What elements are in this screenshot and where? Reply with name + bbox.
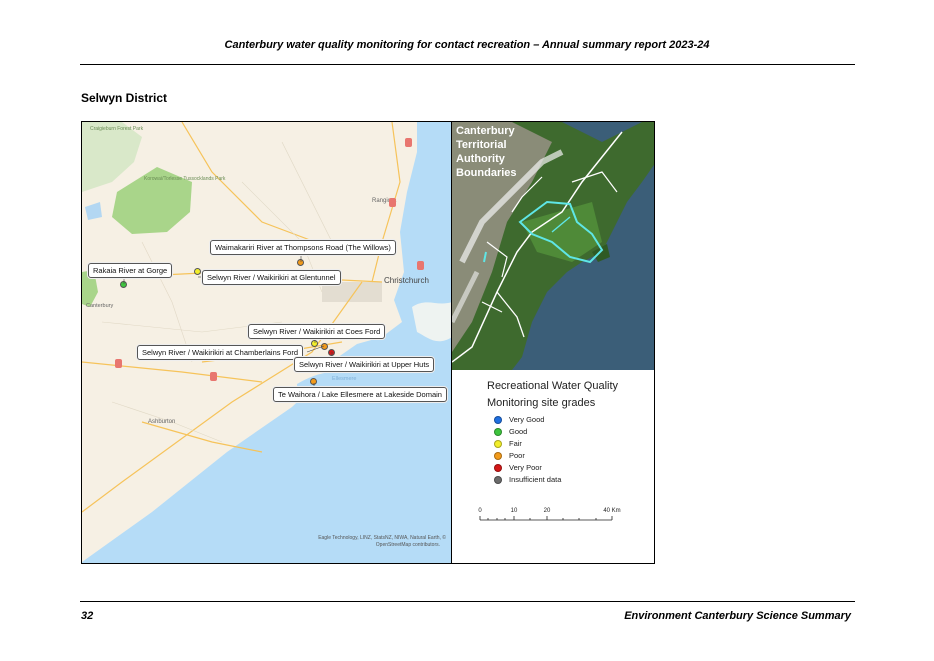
site-marker-poor[interactable] <box>321 343 328 350</box>
map-figure: Craigieburn Forest Park Korowai/Torlesse… <box>81 121 655 564</box>
legend-label: Very Good <box>509 415 545 424</box>
insufficient-data-dot-icon <box>494 475 502 484</box>
site-marker-very-poor[interactable] <box>328 349 335 356</box>
scale-tick-label: 0 <box>478 508 482 514</box>
site-marker-poor[interactable] <box>310 378 317 385</box>
poor-dot-icon <box>494 451 502 460</box>
scale-tick-label: 20 <box>544 508 551 514</box>
legend-title: Recreational Water Quality Monitoring si… <box>487 378 618 412</box>
legend-panel: Recreational Water Quality Monitoring si… <box>452 370 654 563</box>
christchurch-label: Christchurch <box>384 276 429 285</box>
conservation-park-label: Korowai/Torlesse Tussocklands Park <box>144 176 226 182</box>
legend-item: Insufficient data <box>494 475 561 484</box>
ashburton-label: Ashburton <box>148 419 175 425</box>
page-header: Canterbury water quality monitoring for … <box>224 39 710 51</box>
legend-title-line: Monitoring site grades <box>487 397 596 409</box>
legend-label: Good <box>509 427 528 436</box>
site-label[interactable]: Rakaia River at Gorge <box>88 263 173 278</box>
inset-title-line: Territorial <box>456 139 507 151</box>
footer-publication-title: Environment Canterbury Science Summary <box>624 610 851 622</box>
site-label[interactable]: Selwyn River / Waikirikiri at Chamberlai… <box>137 345 304 360</box>
legend-label: Very Poor <box>509 463 542 472</box>
inset-title-line: Authority <box>456 153 506 165</box>
legend-item: Poor <box>494 451 525 460</box>
legend-label: Poor <box>509 451 525 460</box>
site-label[interactable]: Selwyn River / Waikirikiri at Upper Huts <box>294 357 435 372</box>
site-marker-fair[interactable] <box>194 268 201 275</box>
site-label[interactable]: Waimakariri River at Thompsons Road (The… <box>210 240 396 255</box>
site-marker-fair[interactable] <box>311 340 318 347</box>
inset-satellite-map[interactable]: Canterbury Territorial Authority Boundar… <box>452 122 655 370</box>
legend-item: Very Poor <box>494 463 542 472</box>
legend-item: Good <box>494 427 527 436</box>
street-map[interactable]: Craigieburn Forest Park Korowai/Torlesse… <box>82 122 452 564</box>
legend-label: Fair <box>509 439 522 448</box>
site-label[interactable]: Selwyn River / Waikirikiri at Glentunnel <box>202 270 341 285</box>
header-rule <box>80 64 855 65</box>
legend-item: Fair <box>494 439 522 448</box>
site-label[interactable]: Selwyn River / Waikirikiri at Coes Ford <box>248 324 386 339</box>
very-poor-dot-icon <box>494 463 502 472</box>
lake-label: Ellesmere <box>332 376 356 382</box>
footer-rule <box>80 601 855 602</box>
site-marker-poor[interactable] <box>297 259 304 266</box>
legend-label: Insufficient data <box>509 475 562 484</box>
legend-title-line: Recreational Water Quality <box>487 380 619 392</box>
good-dot-icon <box>494 427 502 436</box>
scale-tick-label: 10 <box>511 508 518 514</box>
legend-item: Very Good <box>494 415 544 424</box>
scale-bar: 0 10 20 40 Km <box>478 508 621 521</box>
scale-tick-label: 40 Km <box>603 508 620 514</box>
attribution-line1: Eagle Technology, LINZ, StatsNZ, NIWA, N… <box>318 534 446 541</box>
attribution-line2: OpenStreetMap contributors. <box>376 542 440 548</box>
section-title: Selwyn District <box>81 91 168 105</box>
forest-park-label: Craigieburn Forest Park <box>90 126 144 132</box>
inset-title-line: Boundaries <box>456 167 517 179</box>
very-good-dot-icon <box>494 415 502 424</box>
page-number: 32 <box>81 610 94 622</box>
canterbury-label: Canterbury <box>86 303 113 309</box>
site-marker-good[interactable] <box>120 281 127 288</box>
inset-title-line: Canterbury <box>456 125 516 137</box>
fair-dot-icon <box>494 439 502 448</box>
site-label[interactable]: Te Waihora / Lake Ellesmere at Lakeside … <box>273 387 447 402</box>
